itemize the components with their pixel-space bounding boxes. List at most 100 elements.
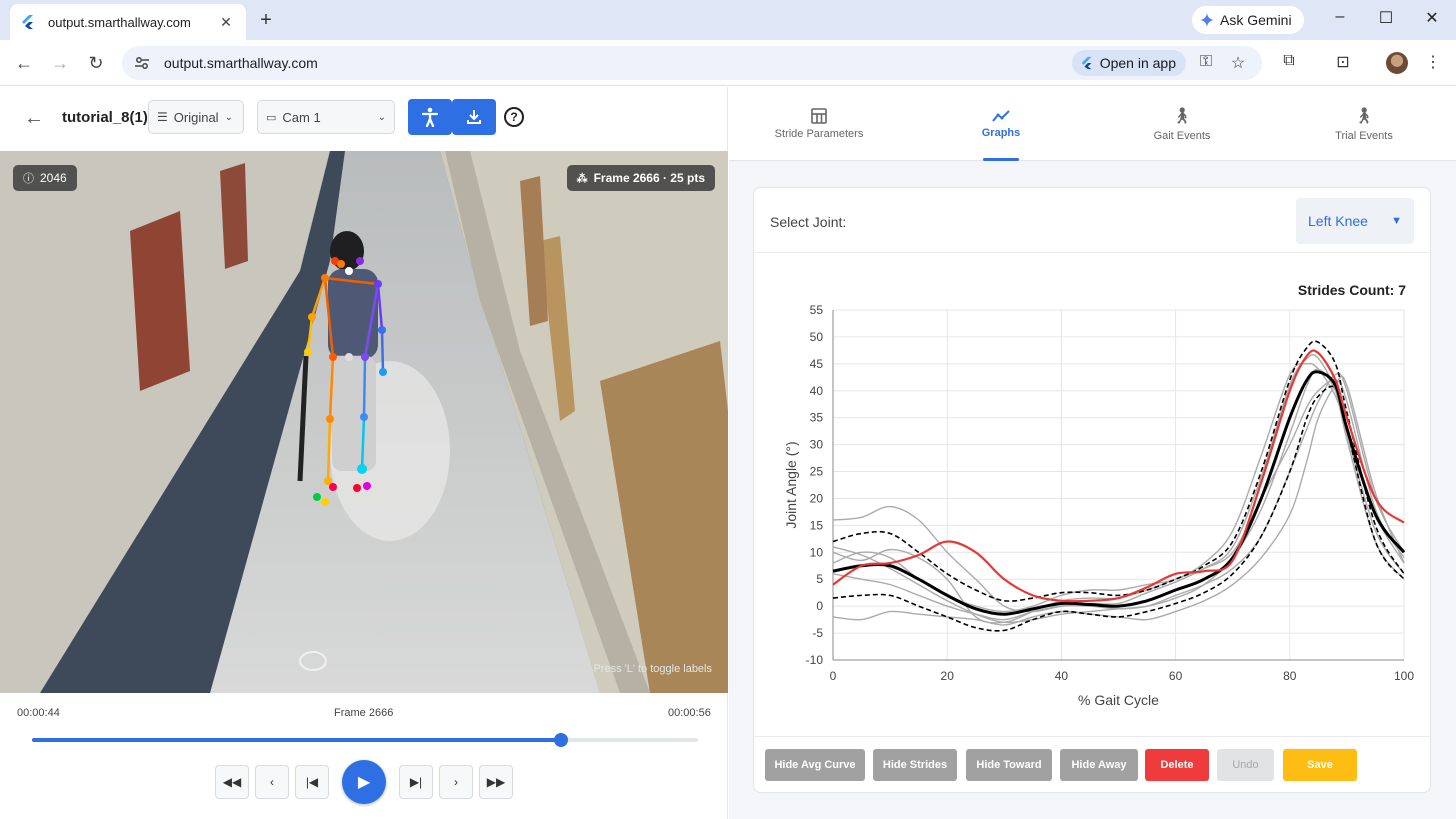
flutter-icon — [1081, 56, 1092, 70]
hide-avg-curve-button[interactable]: Hide Avg Curve — [765, 749, 865, 781]
video-frame[interactable]: ⓘ 2046 ⁂ Frame 2666 · 25 pts Press 'L' t… — [0, 151, 728, 693]
joint-dropdown[interactable]: Left Knee ▼ — [1296, 198, 1414, 244]
download-button[interactable] — [452, 99, 496, 135]
x-tick-label: 60 — [1169, 669, 1183, 683]
sliders-icon: ☰ — [157, 110, 168, 124]
joint-dropdown-value: Left Knee — [1308, 213, 1368, 229]
reload-icon[interactable]: ↻ — [84, 51, 108, 75]
profile-avatar[interactable] — [1386, 52, 1408, 74]
fast-forward-button[interactable]: ▶▶ — [479, 765, 513, 799]
rewind-button[interactable]: ◀◀ — [215, 765, 249, 799]
tab-search-icon[interactable]: ⊡ — [1332, 52, 1354, 72]
open-in-app-button[interactable]: Open in app — [1071, 50, 1186, 76]
browser-tab[interactable]: output.smarthallway.com ✕ — [10, 4, 246, 40]
stride-line — [832, 375, 1405, 626]
ask-gemini-button[interactable]: Ask Gemini — [1192, 6, 1304, 34]
flutter-icon — [22, 15, 33, 29]
tab-graphs-label: Graphs — [981, 127, 1021, 139]
caret-down-icon: ▼ — [1391, 215, 1402, 227]
save-button[interactable]: Save — [1283, 749, 1357, 781]
tab-stride-parameters[interactable]: Stride Parameters — [729, 87, 909, 161]
graph-card: Select Joint: Left Knee ▼ Strides Count:… — [753, 187, 1431, 793]
x-tick-label: 80 — [1283, 669, 1297, 683]
back-icon[interactable]: ← — [12, 51, 36, 75]
tab-stride-parameters-label: Stride Parameters — [774, 128, 864, 140]
trial-title: tutorial_8(1) — [62, 109, 148, 126]
omnibox[interactable]: output.smarthallway.com Open in app ⚿ ☆ — [122, 46, 1262, 80]
player-toolbar: ← tutorial_8(1) ☰ Original ⌄ ▭ Cam 1 ⌄ ? — [0, 87, 728, 151]
hide-strides-button[interactable]: Hide Strides — [873, 749, 957, 781]
y-tick-label: 30 — [810, 438, 824, 452]
x-tick-label: 0 — [830, 669, 837, 683]
skip-start-button[interactable]: |◀ — [295, 765, 329, 799]
undo-button[interactable]: Undo — [1217, 749, 1274, 781]
camera-icon: ▭ — [266, 111, 277, 124]
y-tick-label: 35 — [810, 411, 824, 425]
download-icon — [467, 110, 481, 124]
skeleton-toggle-button[interactable] — [408, 99, 452, 135]
camera-value: Cam 1 — [282, 109, 321, 125]
extensions-icon[interactable]: ⧉ — [1278, 52, 1300, 70]
tab-trial-events[interactable]: 🚶︎ Trial Events — [1274, 87, 1454, 161]
select-joint-label: Select Joint: — [770, 214, 847, 230]
y-tick-label: 20 — [810, 491, 824, 505]
stride-line — [832, 368, 1405, 624]
play-icon: ▶ — [357, 774, 371, 791]
y-tick-label: 25 — [810, 465, 824, 479]
fast-rewind-icon: ◀◀ — [222, 775, 242, 789]
chevron-left-icon: ‹ — [270, 775, 274, 789]
help-icon[interactable]: ? — [504, 107, 524, 127]
joint-angle-chart: -10-505101520253035404550550 20 40 60 80 100 … — [783, 303, 1414, 708]
y-tick-label: 50 — [810, 330, 824, 344]
x-tick-label: 20 — [941, 669, 955, 683]
toggle-labels-hint: Press 'L' to toggle labels — [593, 663, 712, 675]
previous-frame-button[interactable]: ‹ — [255, 765, 289, 799]
y-tick-label: -5 — [812, 626, 823, 640]
delete-button[interactable]: Delete — [1145, 749, 1209, 781]
y-tick-label: 5 — [816, 572, 823, 586]
close-tab-icon[interactable]: ✕ — [216, 14, 236, 31]
skeleton-points-icon: ⁂ — [576, 172, 588, 185]
hide-away-button[interactable]: Hide Away — [1060, 749, 1138, 781]
seek-bar-thumb[interactable] — [554, 733, 569, 747]
bookmark-star-icon[interactable]: ☆ — [1228, 53, 1248, 73]
back-arrow-icon[interactable]: ← — [24, 107, 44, 130]
address-bar-row: ← → ↻ output.smarthallway.com Open in ap… — [0, 40, 1456, 86]
graph-icon — [992, 110, 1010, 122]
play-button[interactable]: ▶ — [342, 760, 386, 804]
walking-icon: 🚶︎ — [1171, 108, 1193, 125]
y-axis-label: Joint Angle (°) — [783, 441, 799, 528]
stride-line — [832, 372, 1405, 621]
new-tab-button[interactable]: + — [254, 8, 278, 32]
hallway-video-image — [0, 151, 728, 693]
table-icon — [811, 108, 827, 124]
key-icon[interactable]: ⚿ — [1196, 53, 1216, 71]
current-frame-label: Frame 2666 — [334, 707, 394, 719]
frame-badge: ⁂ Frame 2666 · 25 pts — [566, 165, 715, 191]
skip-next-icon: ▶| — [409, 775, 423, 789]
person-icon — [421, 107, 439, 127]
highlighted-stride-line — [832, 349, 1405, 603]
gemini-icon — [1200, 13, 1214, 27]
y-tick-label: 15 — [810, 518, 824, 532]
maximize-icon[interactable]: ☐ — [1374, 8, 1398, 28]
y-tick-label: 45 — [810, 357, 824, 371]
camera-dropdown[interactable]: ▭ Cam 1 ⌄ — [257, 100, 395, 134]
tab-graphs[interactable]: Graphs — [911, 87, 1091, 161]
site-settings-icon[interactable] — [134, 55, 150, 71]
close-window-icon[interactable]: ✕ — [1420, 8, 1444, 28]
forward-icon[interactable]: → — [48, 51, 72, 75]
view-mode-dropdown[interactable]: ☰ Original ⌄ — [148, 100, 244, 134]
lower-band-line — [832, 385, 1405, 632]
skip-end-button[interactable]: ▶| — [399, 765, 433, 799]
seek-bar[interactable] — [32, 733, 698, 747]
ask-gemini-label: Ask Gemini — [1220, 12, 1292, 28]
y-tick-label: -10 — [806, 653, 824, 667]
tab-gait-events[interactable]: 🚶︎ Gait Events — [1092, 87, 1272, 161]
hide-toward-button[interactable]: Hide Toward — [966, 749, 1052, 781]
time-end: 00:00:56 — [668, 707, 711, 719]
menu-icon[interactable]: ⋮ — [1422, 52, 1444, 72]
next-frame-button[interactable]: › — [439, 765, 473, 799]
minimize-icon[interactable]: – — [1328, 8, 1352, 26]
analysis-tabs: Stride Parameters Graphs 🚶︎ Gait Events … — [729, 87, 1456, 161]
